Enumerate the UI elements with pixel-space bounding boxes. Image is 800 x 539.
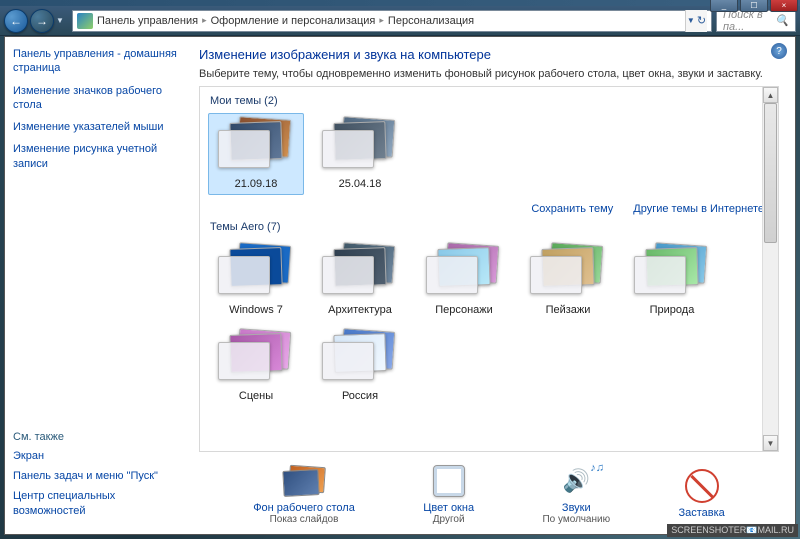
theme-item[interactable]: 25.04.18 (312, 113, 408, 195)
dropdown-icon: ▼ (687, 16, 695, 25)
nav-history-dropdown[interactable]: ▼ (56, 9, 68, 33)
theme-item[interactable]: Архитектура (312, 239, 408, 321)
sidebar-link-desktop-icons[interactable]: Изменение значков рабочего стола (13, 84, 179, 113)
control-panel-icon (77, 13, 93, 29)
window-color-value: Другой (433, 514, 465, 525)
desktop-background-button[interactable]: Фон рабочего стола Показ слайдов (253, 462, 355, 525)
theme-label: Персонажи (435, 304, 493, 316)
help-icon[interactable]: ? (771, 43, 787, 59)
sidebar-link-mouse-pointers[interactable]: Изменение указателей мыши (13, 120, 179, 134)
save-theme-link[interactable]: Сохранить тему (531, 203, 613, 215)
theme-item[interactable]: 21.09.18 (208, 113, 304, 195)
theme-label: Россия (342, 390, 378, 402)
window-color-button[interactable]: Цвет окна Другой (423, 462, 474, 525)
sidebar-link-home[interactable]: Панель управления - домашняя страница (13, 47, 179, 76)
theme-label: Сцены (239, 390, 273, 402)
theme-thumbnail (216, 118, 296, 174)
theme-item[interactable]: Windows 7 (208, 239, 304, 321)
nav-back-button[interactable]: ← (4, 9, 28, 33)
screensaver-button[interactable]: Заставка (678, 467, 724, 519)
aero-themes-row: Windows 7 Архитектура Персонажи Пейзажи Прир… (208, 239, 770, 407)
nav-forward-button[interactable]: → (30, 9, 54, 33)
sounds-label: Звуки (562, 502, 591, 514)
screensaver-icon (685, 469, 719, 503)
window-controls: _ ☐ × (710, 0, 798, 12)
theme-thumbnail (632, 244, 712, 300)
theme-item[interactable]: Персонажи (416, 239, 512, 321)
more-themes-link[interactable]: Другие темы в Интернете (633, 203, 764, 215)
theme-action-links: Сохранить тему Другие темы в Интернете (208, 203, 764, 215)
scrollbar[interactable]: ▲ ▼ (762, 87, 778, 451)
sounds-button[interactable]: 🔊 Звуки По умолчанию (542, 462, 610, 525)
see-also-header: См. также (13, 431, 179, 443)
refresh-button[interactable]: ▼ ↻ (685, 10, 707, 32)
theme-thumbnail (424, 244, 504, 300)
desktop-background-icon (281, 464, 327, 498)
theme-label: Архитектура (328, 304, 392, 316)
theme-item[interactable]: Сцены (208, 325, 304, 407)
theme-item[interactable]: Россия (312, 325, 408, 407)
nav-row: ← → ▼ Панель управления ▸ Оформление и п… (0, 6, 800, 36)
theme-label: Пейзажи (546, 304, 591, 316)
scroll-down-button[interactable]: ▼ (763, 435, 778, 451)
theme-label: 25.04.18 (339, 178, 382, 190)
sounds-icon: 🔊 (563, 468, 590, 494)
themes-list: Мои темы (2) 21.09.18 25.04.18 Сохранить … (199, 86, 779, 452)
breadcrumb-item[interactable]: Панель управления (97, 15, 198, 27)
desktop-background-value: Показ слайдов (270, 514, 339, 525)
titlebar: _ ☐ × (0, 0, 800, 6)
maximize-button[interactable]: ☐ (740, 0, 768, 12)
minimize-button[interactable]: _ (710, 0, 738, 12)
my-themes-row: 21.09.18 25.04.18 (208, 113, 770, 195)
main-panel: Панель управления - домашняя страница Из… (4, 36, 796, 535)
theme-thumbnail (216, 244, 296, 300)
content-area: ? Изменение изображения и звука на компь… (187, 37, 795, 534)
refresh-icon: ↻ (697, 14, 706, 27)
section-my-themes-label: Мои темы (2) (210, 95, 770, 107)
breadcrumb-sep-icon: ▸ (379, 15, 384, 26)
theme-thumbnail (216, 330, 296, 386)
breadcrumb-sep-icon: ▸ (202, 15, 207, 26)
watermark: SCREENSHOTER📧MAIL.RU (667, 524, 798, 537)
search-placeholder: Поиск в па... (723, 9, 775, 33)
search-input[interactable]: Поиск в па... 🔍 (716, 10, 796, 32)
section-aero-label: Темы Aero (7) (210, 221, 770, 233)
breadcrumb-item[interactable]: Оформление и персонализация (211, 15, 376, 27)
see-also-taskbar[interactable]: Панель задач и меню "Пуск" (13, 469, 179, 483)
screensaver-label: Заставка (678, 507, 724, 519)
close-button[interactable]: × (770, 0, 798, 12)
theme-thumbnail (320, 244, 400, 300)
theme-label: 21.09.18 (235, 178, 278, 190)
page-subtitle: Выберите тему, чтобы одновременно измени… (199, 68, 779, 80)
page-title: Изменение изображения и звука на компьют… (199, 47, 779, 62)
window-color-icon (433, 465, 465, 497)
see-also-display[interactable]: Экран (13, 449, 179, 463)
sidebar: Панель управления - домашняя страница Из… (5, 37, 187, 534)
theme-thumbnail (320, 330, 400, 386)
scroll-thumb[interactable] (764, 103, 777, 243)
address-bar[interactable]: Панель управления ▸ Оформление и персона… (72, 10, 712, 32)
bottom-strip: Фон рабочего стола Показ слайдов Цвет ок… (199, 452, 779, 530)
theme-thumbnail (528, 244, 608, 300)
theme-label: Природа (650, 304, 695, 316)
theme-item[interactable]: Природа (624, 239, 720, 321)
search-icon: 🔍 (775, 14, 789, 27)
sounds-value: По умолчанию (542, 514, 610, 525)
see-also-accessibility[interactable]: Центр специальных возможностей (13, 489, 179, 518)
desktop-background-label: Фон рабочего стола (253, 502, 355, 514)
theme-item[interactable]: Пейзажи (520, 239, 616, 321)
theme-thumbnail (320, 118, 400, 174)
sidebar-link-account-picture[interactable]: Изменение рисунка учетной записи (13, 142, 179, 171)
theme-label: Windows 7 (229, 304, 283, 316)
scroll-up-button[interactable]: ▲ (763, 87, 778, 103)
breadcrumb-item[interactable]: Персонализация (388, 15, 474, 27)
window-color-label: Цвет окна (423, 502, 474, 514)
